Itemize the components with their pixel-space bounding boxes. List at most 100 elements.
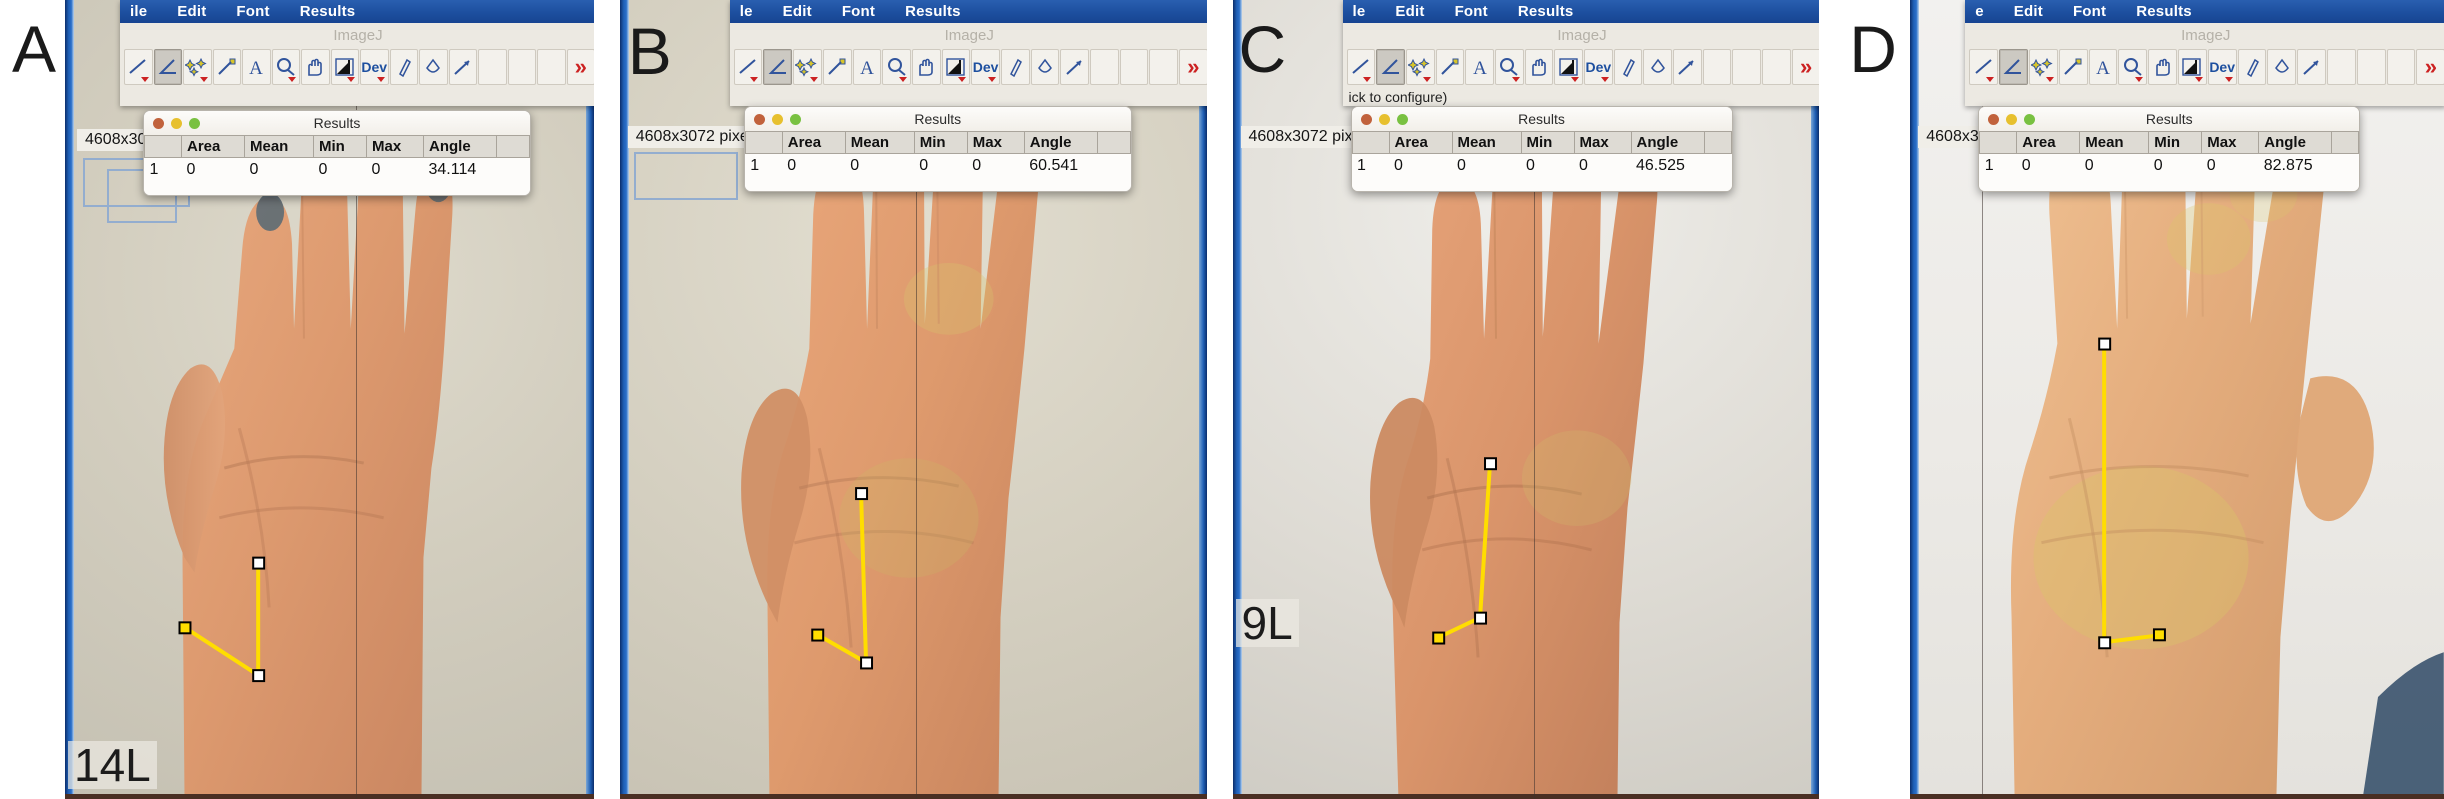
angle-tool[interactable] — [1999, 49, 2028, 85]
menu-results-a[interactable]: Results — [300, 3, 356, 20]
dropper-tool[interactable] — [330, 49, 359, 85]
brush-tool[interactable] — [389, 49, 418, 85]
dropper-tool[interactable] — [941, 49, 971, 85]
zoom-dot-icon[interactable] — [2024, 114, 2036, 125]
results-titlebar-d[interactable]: Results — [1979, 107, 2360, 131]
close-dot-icon[interactable] — [1988, 114, 2000, 125]
imagej-menubar-a[interactable]: ile Edit Font Results — [120, 0, 594, 23]
line-tool[interactable] — [1346, 49, 1376, 85]
imagej-menubar-d[interactable]: e Edit Font Results — [1965, 0, 2444, 23]
hand-tool[interactable] — [911, 49, 941, 85]
more-tools-button[interactable]: » — [1179, 49, 1207, 85]
line-tool[interactable] — [733, 49, 763, 85]
minimize-dot-icon[interactable] — [1378, 114, 1390, 125]
menu-edit-a[interactable]: Edit — [177, 3, 206, 20]
menu-font-c[interactable]: Font — [1455, 3, 1488, 20]
arrow-tool[interactable] — [1673, 49, 1702, 85]
text-tool[interactable]: A — [1465, 49, 1494, 85]
flood-fill-tool[interactable] — [419, 49, 448, 85]
dev-tool[interactable]: Dev — [360, 49, 389, 85]
close-dot-icon[interactable] — [153, 118, 164, 129]
menu-results-d[interactable]: Results — [2136, 3, 2192, 20]
arrow-tool[interactable] — [2297, 49, 2326, 85]
text-tool[interactable]: A — [2088, 49, 2118, 85]
imagej-menubar-c[interactable]: le Edit Font Results — [1342, 0, 1820, 23]
menu-results-c[interactable]: Results — [1518, 3, 1574, 20]
dev-tool[interactable]: Dev — [971, 49, 1000, 85]
minimize-dot-icon[interactable] — [171, 118, 182, 129]
blank-slot-1[interactable] — [1090, 49, 1119, 85]
text-tool[interactable]: A — [852, 49, 882, 85]
magnifier-tool[interactable] — [882, 49, 911, 85]
hand-tool[interactable] — [301, 49, 330, 85]
window-controls-a[interactable] — [153, 118, 200, 129]
wand-tool[interactable] — [2058, 49, 2088, 85]
flood-fill-tool[interactable] — [1643, 49, 1673, 85]
menu-file-b[interactable]: le — [740, 3, 753, 20]
imagej-toolbar-b[interactable]: A Dev » — [729, 47, 1207, 87]
dev-tool[interactable]: Dev — [1584, 49, 1613, 85]
brush-tool[interactable] — [1613, 49, 1643, 85]
menu-edit-d[interactable]: Edit — [2014, 3, 2043, 20]
imagej-window-a[interactable]: ile Edit Font Results ImageJ A Dev » — [120, 0, 594, 106]
blank-slot-2[interactable] — [1732, 49, 1762, 85]
blank-slot-3[interactable] — [537, 49, 566, 85]
zoom-dot-icon[interactable] — [1396, 114, 1408, 125]
wand-tool[interactable] — [212, 49, 241, 85]
imagej-menubar-b[interactable]: le Edit Font Results — [729, 0, 1207, 23]
close-dot-icon[interactable] — [753, 114, 765, 125]
menu-file-c[interactable]: le — [1353, 3, 1366, 20]
dropper-tool[interactable] — [2177, 49, 2207, 85]
zoom-dot-icon[interactable] — [189, 118, 200, 129]
blank-slot-3[interactable] — [1149, 49, 1179, 85]
blank-slot-2[interactable] — [2356, 49, 2386, 85]
point-tool[interactable] — [2028, 49, 2058, 85]
menu-font-b[interactable]: Font — [842, 3, 875, 20]
magnifier-tool[interactable] — [2118, 49, 2148, 85]
text-tool[interactable]: A — [242, 49, 271, 85]
point-tool[interactable] — [183, 49, 212, 85]
results-titlebar-c[interactable]: Results — [1351, 107, 1732, 131]
zoom-dot-icon[interactable] — [789, 114, 801, 125]
menu-font-a[interactable]: Font — [236, 3, 269, 20]
results-window-d[interactable]: Results Area Mean Min Max Angle 1 0 0 0 … — [1978, 106, 2361, 192]
window-controls-c[interactable] — [1360, 114, 1408, 125]
line-tool[interactable] — [1969, 49, 1999, 85]
close-dot-icon[interactable] — [1360, 114, 1372, 125]
menu-file-d[interactable]: e — [1975, 3, 1984, 20]
results-window-b[interactable]: Results Area Mean Min Max Angle 1 0 0 0 … — [743, 106, 1132, 192]
window-controls-b[interactable] — [753, 114, 801, 125]
results-window-c[interactable]: Results Area Mean Min Max Angle 1 0 0 0 … — [1350, 106, 1733, 192]
brush-tool[interactable] — [1000, 49, 1030, 85]
blank-slot-3[interactable] — [2386, 49, 2416, 85]
arrow-tool[interactable] — [1060, 49, 1089, 85]
flood-fill-tool[interactable] — [1030, 49, 1060, 85]
imagej-toolbar-d[interactable]: A Dev » — [1965, 47, 2444, 87]
minimize-dot-icon[interactable] — [771, 114, 783, 125]
menu-font-d[interactable]: Font — [2073, 3, 2106, 20]
imagej-window-b[interactable]: le Edit Font Results ImageJ A Dev » — [729, 0, 1207, 106]
magnifier-tool[interactable] — [1494, 49, 1524, 85]
results-window-a[interactable]: Results Area Mean Min Max Angle 1 0 0 0 … — [143, 110, 531, 196]
menu-file-a[interactable]: ile — [130, 3, 147, 20]
dropper-tool[interactable] — [1554, 49, 1583, 85]
blank-slot-2[interactable] — [1119, 49, 1149, 85]
angle-tool[interactable] — [1376, 49, 1405, 85]
blank-slot-3[interactable] — [1762, 49, 1791, 85]
dev-tool[interactable]: Dev — [2207, 49, 2237, 85]
menu-results-b[interactable]: Results — [905, 3, 961, 20]
hand-tool[interactable] — [2148, 49, 2177, 85]
blank-slot-1[interactable] — [1702, 49, 1732, 85]
more-tools-button[interactable]: » — [566, 49, 594, 85]
magnifier-tool[interactable] — [271, 49, 300, 85]
window-controls-d[interactable] — [1988, 114, 2036, 125]
blank-slot-1[interactable] — [2327, 49, 2356, 85]
imagej-toolbar-a[interactable]: A Dev » — [120, 47, 594, 87]
minimize-dot-icon[interactable] — [2006, 114, 2018, 125]
imagej-window-d[interactable]: e Edit Font Results ImageJ A Dev » — [1965, 0, 2444, 106]
angle-tool[interactable] — [763, 49, 793, 85]
menu-edit-b[interactable]: Edit — [783, 3, 812, 20]
point-tool[interactable] — [1405, 49, 1435, 85]
brush-tool[interactable] — [2237, 49, 2267, 85]
menu-edit-c[interactable]: Edit — [1395, 3, 1424, 20]
